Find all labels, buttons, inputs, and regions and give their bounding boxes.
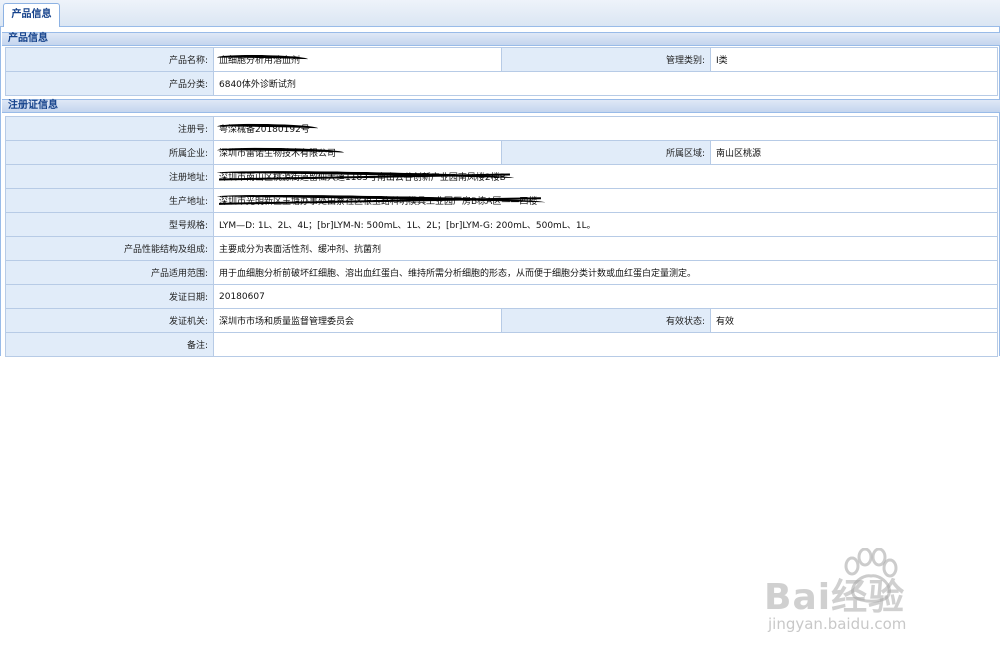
validity-status-label: 有效状态:: [501, 308, 711, 333]
product-info-section-header: 产品信息: [2, 32, 1000, 46]
model-spec-value: LYM—D: 1L、2L、4L；[br]LYM-N: 500mL、1L、2L；[…: [213, 212, 998, 237]
watermark-url: jingyan.baidu.com: [768, 615, 907, 633]
table-row: 注册地址: 深圳市南山区桃源街道留仙大道1183号南山云谷创新产业园南风楼2楼B: [5, 164, 998, 189]
application-scope-value: 用于血细胞分析前破坏红细胞、溶出血红蛋白、维持所需分析细胞的形态，从而便于细胞分…: [213, 260, 998, 285]
application-scope-label: 产品适用范围:: [5, 260, 214, 285]
main-panel: 产品信息 产品名称: 血细胞分析用溶血剂 管理类别: Ⅰ类 产品分类: 6840…: [0, 27, 1000, 357]
table-row: 注册号: 粤深械备20180192号: [5, 116, 998, 141]
production-address-label: 生产地址:: [5, 188, 214, 213]
tab-product-info[interactable]: 产品信息: [3, 3, 60, 27]
validity-status-value: 有效: [710, 308, 998, 333]
table-row: 生产地址: 深圳市光明新区玉塘办事处田寮社区根玉路科明模具工业园厂房B栋A区——…: [5, 188, 998, 213]
issue-date-label: 发证日期:: [5, 284, 214, 309]
production-address-value: 深圳市光明新区玉塘办事处田寮社区根玉路科明模具工业园厂房B栋A区——四楼: [213, 188, 998, 213]
baidu-jingyan-watermark: Bai经验 jingyan.baidu.com: [744, 545, 994, 645]
table-row: 产品适用范围: 用于血细胞分析前破坏红细胞、溶出血红蛋白、维持所需分析细胞的形态…: [5, 260, 998, 285]
registration-info-table: 注册号: 粤深械备20180192号 所属企业: 深圳市雷诺生物技术有限公司 所…: [5, 116, 998, 357]
registration-number-label: 注册号:: [5, 116, 214, 141]
table-row: 备注:: [5, 332, 998, 357]
model-spec-label: 型号规格:: [5, 212, 214, 237]
issuing-authority-value: 深圳市市场和质量监督管理委员会: [213, 308, 502, 333]
management-class-label: 管理类别:: [501, 47, 711, 72]
issuing-authority-label: 发证机关:: [5, 308, 214, 333]
company-label: 所属企业:: [5, 140, 214, 165]
remarks-label: 备注:: [5, 332, 214, 357]
issue-date-value: 20180607: [213, 284, 998, 309]
table-row: 产品性能结构及组成: 主要成分为表面活性剂、缓冲剂、抗菌剂: [5, 236, 998, 261]
registration-number-value: 粤深械备20180192号: [213, 116, 998, 141]
table-row: 型号规格: LYM—D: 1L、2L、4L；[br]LYM-N: 500mL、1…: [5, 212, 998, 237]
product-name-value: 血细胞分析用溶血剂: [213, 47, 502, 72]
registered-address-value: 深圳市南山区桃源街道留仙大道1183号南山云谷创新产业园南风楼2楼B: [213, 164, 998, 189]
table-row: 产品名称: 血细胞分析用溶血剂 管理类别: Ⅰ类: [5, 47, 998, 72]
table-row: 所属企业: 深圳市雷诺生物技术有限公司 所属区域: 南山区桃源: [5, 140, 998, 165]
table-row: 产品分类: 6840体外诊断试剂: [5, 71, 998, 96]
composition-value: 主要成分为表面活性剂、缓冲剂、抗菌剂: [213, 236, 998, 261]
composition-label: 产品性能结构及组成:: [5, 236, 214, 261]
table-row: 发证机关: 深圳市市场和质量监督管理委员会 有效状态: 有效: [5, 308, 998, 333]
company-value: 深圳市雷诺生物技术有限公司: [213, 140, 502, 165]
registration-section-header: 注册证信息: [2, 99, 1000, 113]
product-info-table: 产品名称: 血细胞分析用溶血剂 管理类别: Ⅰ类 产品分类: 6840体外诊断试…: [5, 47, 998, 96]
management-class-value: Ⅰ类: [710, 47, 998, 72]
remarks-value: [213, 332, 998, 357]
product-category-label: 产品分类:: [5, 71, 214, 96]
product-category-value: 6840体外诊断试剂: [213, 71, 998, 96]
product-name-text: 血细胞分析用溶血剂: [216, 53, 309, 66]
region-label: 所属区域:: [501, 140, 711, 165]
watermark-logo-text: Bai经验: [764, 577, 906, 618]
registered-address-label: 注册地址:: [5, 164, 214, 189]
table-row: 发证日期: 20180607: [5, 284, 998, 309]
region-value: 南山区桃源: [710, 140, 998, 165]
tab-bar: 产品信息: [0, 0, 1000, 27]
product-name-label: 产品名称:: [5, 47, 214, 72]
